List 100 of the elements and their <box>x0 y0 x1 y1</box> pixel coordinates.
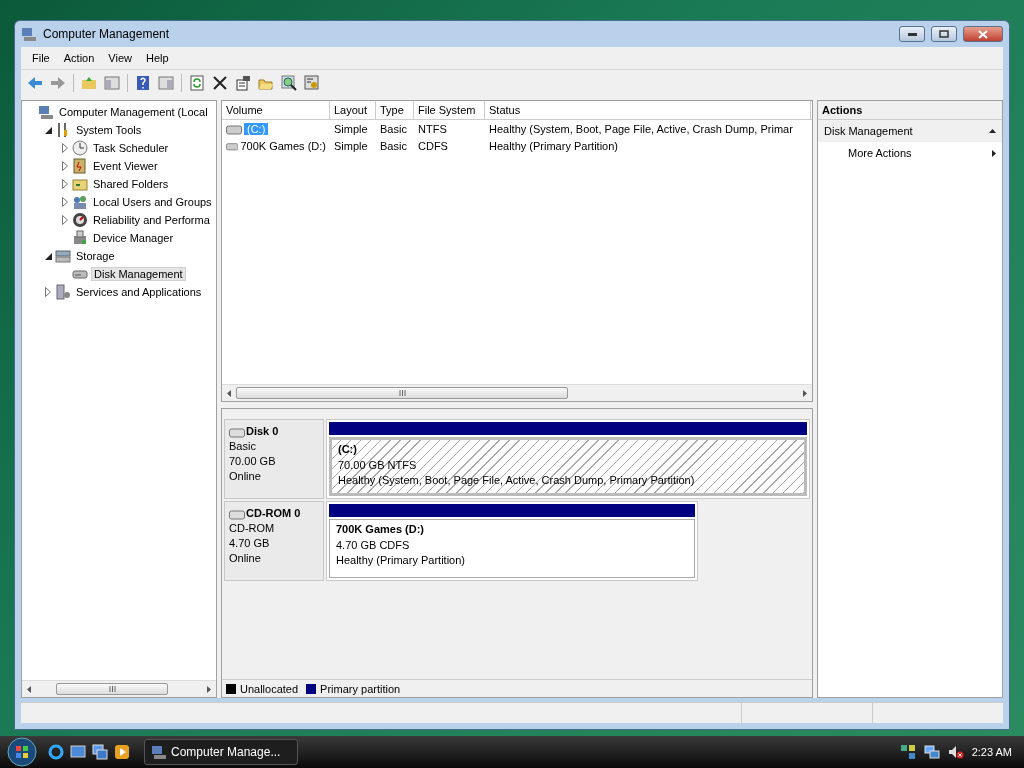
table-cell-text: CDFS <box>417 139 449 152</box>
table-cell-text: NTFS <box>417 122 448 135</box>
column-header[interactable]: File System <box>414 101 485 119</box>
settings-icon <box>304 75 320 91</box>
forward-arrow-icon <box>50 75 66 91</box>
partition-block[interactable]: (C:) 70.00 GB NTFS Healthy (System, Boot, Page File, Active, Crash Dump, Primary Partition) <box>329 437 807 496</box>
tree-item[interactable]: System Tools <box>74 124 144 136</box>
table-cell-text: Simple <box>333 139 369 152</box>
tree-pane-icon <box>104 75 120 91</box>
disk-name: Disk 0 <box>246 424 279 439</box>
window-title: Computer Management <box>43 27 171 41</box>
table-cell-text: Healthy (System, Boot, Page File, Active, Crash Dump, Primar <box>488 122 794 135</box>
tree-item[interactable]: Task Scheduler <box>91 142 171 154</box>
properties-icon <box>235 75 251 91</box>
menu-item[interactable]: Help <box>138 52 176 64</box>
back-arrow-icon <box>27 75 43 91</box>
disk-type: Basic <box>229 439 257 454</box>
column-header[interactable]: Type <box>376 101 414 119</box>
node-icon <box>72 230 88 246</box>
node-icon <box>55 284 71 300</box>
actions-section[interactable]: Disk Management <box>818 120 1002 142</box>
column-header[interactable]: Status <box>485 101 811 119</box>
windows-icon[interactable] <box>92 744 108 760</box>
column-header[interactable]: Layout <box>330 101 376 119</box>
scroll-left-arrow-icon[interactable] <box>227 389 231 397</box>
node-icon <box>72 140 88 156</box>
tree-item[interactable]: Disk Management <box>91 267 186 281</box>
scroll-right-arrow-icon[interactable] <box>803 389 807 397</box>
menu-item[interactable]: Action <box>56 52 102 64</box>
tree-item[interactable]: Local Users and Groups <box>91 196 214 208</box>
collapsed-arrow-icon[interactable] <box>62 215 68 225</box>
actions-header: Actions <box>818 101 1002 120</box>
legend-label: Unallocated <box>240 682 299 695</box>
taskbar-button[interactable]: Computer Manage... <box>144 739 298 765</box>
expanded-arrow-icon[interactable] <box>44 252 52 260</box>
partition-block[interactable]: 700K Games (D:) 4.70 GB CDFS Healthy (Primary Partition) <box>329 519 695 578</box>
close-button[interactable] <box>963 26 1003 42</box>
toolbar-button[interactable] <box>279 73 299 93</box>
action-item[interactable]: More Actions <box>818 142 1002 164</box>
scrollbar-thumb[interactable] <box>236 387 568 399</box>
browser-icon[interactable] <box>48 744 64 760</box>
tree-item[interactable]: Computer Management (Local <box>57 106 210 118</box>
node-icon <box>72 212 88 228</box>
scroll-right-arrow-icon[interactable] <box>207 685 211 693</box>
table-cell[interactable]: 700K Games (D:) <box>240 139 326 152</box>
tree-item[interactable]: Services and Applications <box>74 286 204 298</box>
tree-item[interactable]: Reliability and Performa <box>91 214 212 226</box>
disk-status: Online <box>229 551 262 566</box>
computer-icon <box>21 26 37 42</box>
tree-item[interactable]: Event Viewer <box>91 160 160 172</box>
horizontal-scrollbar[interactable] <box>222 384 812 401</box>
monitors-icon[interactable] <box>923 744 940 760</box>
submenu-arrow-icon <box>992 149 996 157</box>
horizontal-scrollbar[interactable] <box>22 680 216 697</box>
drive-icon <box>229 425 245 438</box>
computer-icon <box>151 744 167 760</box>
node-icon <box>55 248 71 264</box>
restore-icon <box>939 30 949 38</box>
disk-type: CD-ROM <box>229 521 276 536</box>
scrollbar-thumb[interactable] <box>56 683 168 695</box>
collapsed-arrow-icon[interactable] <box>45 287 51 297</box>
delete-icon <box>212 75 228 91</box>
collapsed-arrow-icon[interactable] <box>62 161 68 171</box>
collapsed-arrow-icon[interactable] <box>62 179 68 189</box>
toolbar-button[interactable] <box>233 73 253 93</box>
network-icon[interactable] <box>899 744 916 760</box>
drive-icon <box>229 507 245 520</box>
tree-item[interactable]: Storage <box>74 250 117 262</box>
menu-item[interactable]: View <box>101 52 139 64</box>
clock-time[interactable]: 2:23 AM <box>971 746 1012 758</box>
disk-info-panel[interactable]: Disk 0 Basic 70.00 GB Online <box>224 419 324 499</box>
disk-name: CD-ROM 0 <box>246 506 301 521</box>
table-cell-text: Basic <box>379 139 408 152</box>
scroll-left-arrow-icon[interactable] <box>27 685 31 693</box>
close-icon <box>978 29 988 39</box>
partition-status: Healthy (System, Boot, Page File, Active, Crash Dump, Primary Partition) <box>338 473 696 488</box>
search-icon <box>281 75 297 91</box>
desktop-icon[interactable] <box>70 744 86 760</box>
grip-icon <box>108 686 116 692</box>
refresh-icon <box>189 75 205 91</box>
partition-name: (C:) <box>338 442 358 457</box>
collapsed-arrow-icon[interactable] <box>62 143 68 153</box>
partition-status: Healthy (Primary Partition) <box>336 553 466 568</box>
action-pane-icon <box>158 75 174 91</box>
media-player-icon[interactable] <box>114 744 130 760</box>
collapsed-arrow-icon[interactable] <box>62 197 68 207</box>
start-button[interactable] <box>4 737 40 767</box>
disk-info-panel[interactable]: CD-ROM 0 CD-ROM 4.70 GB Online <box>224 501 324 581</box>
muted-speaker-icon[interactable] <box>947 744 964 760</box>
tree-item[interactable]: Device Manager <box>91 232 176 244</box>
expanded-arrow-icon[interactable] <box>44 126 52 134</box>
tree-item[interactable]: Shared Folders <box>91 178 171 190</box>
menu-item[interactable]: File <box>25 52 57 64</box>
restore-button[interactable] <box>931 26 957 42</box>
disk-size: 70.00 GB <box>229 454 277 469</box>
disk-size: 4.70 GB <box>229 536 271 551</box>
disk-status: Online <box>229 469 262 484</box>
minimize-button[interactable] <box>899 26 925 42</box>
partition-detail: 4.70 GB CDFS <box>336 537 411 553</box>
column-header[interactable]: Volume <box>222 101 330 119</box>
